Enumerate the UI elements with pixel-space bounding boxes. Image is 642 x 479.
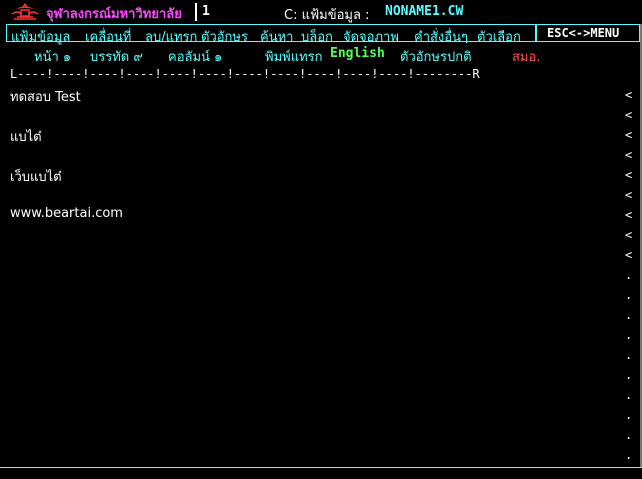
document-line[interactable]: แบไต๋ <box>10 126 42 147</box>
line-end-marker: < <box>625 168 633 182</box>
document-number: 1 <box>202 4 210 19</box>
title-bar: จุฬาลงกรณ์มหาวิทยาลัย 1 C: แฟ้มข้อมูล : … <box>0 0 642 24</box>
status-line: บรรทัด ๙ <box>90 50 143 65</box>
empty-line-marker: . <box>625 448 633 462</box>
document-line[interactable]: ทดสอบ Test <box>10 86 81 107</box>
line-end-marker: < <box>625 108 633 122</box>
empty-line-marker: . <box>625 348 633 362</box>
document-line[interactable]: www.beartai.com <box>10 206 123 221</box>
status-language: English <box>330 46 385 61</box>
line-end-marker: < <box>625 188 633 202</box>
menu-divider <box>535 25 537 41</box>
empty-line-marker: . <box>625 368 633 382</box>
esc-menu-button[interactable]: ESC<->MENU <box>547 26 619 40</box>
empty-line-marker: . <box>625 428 633 442</box>
empty-line-marker: . <box>625 288 633 302</box>
line-end-marker: < <box>625 228 633 242</box>
status-font-style: ตัวอักษรปกติ <box>400 50 472 65</box>
empty-line-marker: . <box>625 328 633 342</box>
bottom-border <box>0 467 642 479</box>
line-end-marker: < <box>625 88 633 102</box>
empty-line-marker: . <box>625 408 633 422</box>
status-align: สมอ. <box>512 50 541 65</box>
status-page: หน้า ๑ <box>34 50 72 65</box>
ruler: L----!----!----!----!----!----!----!----… <box>10 67 480 81</box>
status-bar: หน้า ๑ บรรทัด ๙ คอลัมน์ ๑ พิมพ์แทรก Engl… <box>0 44 642 65</box>
document-line[interactable]: เว็บแบไต๋ <box>10 166 62 187</box>
empty-line-marker: . <box>625 308 633 322</box>
line-end-marker: < <box>625 128 633 142</box>
line-end-marker: < <box>625 208 633 222</box>
line-end-marker: < <box>625 248 633 262</box>
title-divider <box>195 3 197 21</box>
status-column: คอลัมน์ ๑ <box>168 50 223 65</box>
status-insert-mode: พิมพ์แทรก <box>265 50 323 65</box>
file-label: C: แฟ้มข้อมูล : <box>284 8 370 23</box>
app-name: จุฬาลงกรณ์มหาวิทยาลัย <box>46 7 182 22</box>
empty-line-marker: . <box>625 388 633 402</box>
chula-logo-icon <box>11 3 39 20</box>
empty-line-marker: . <box>625 268 633 282</box>
line-end-marker: < <box>625 148 633 162</box>
file-name: NONAME1.CW <box>385 4 464 19</box>
menu-bar: แฟ้มข้อมูล เคลื่อนที่ ลบ/แทรก ตัวอักษร ค… <box>6 24 640 45</box>
